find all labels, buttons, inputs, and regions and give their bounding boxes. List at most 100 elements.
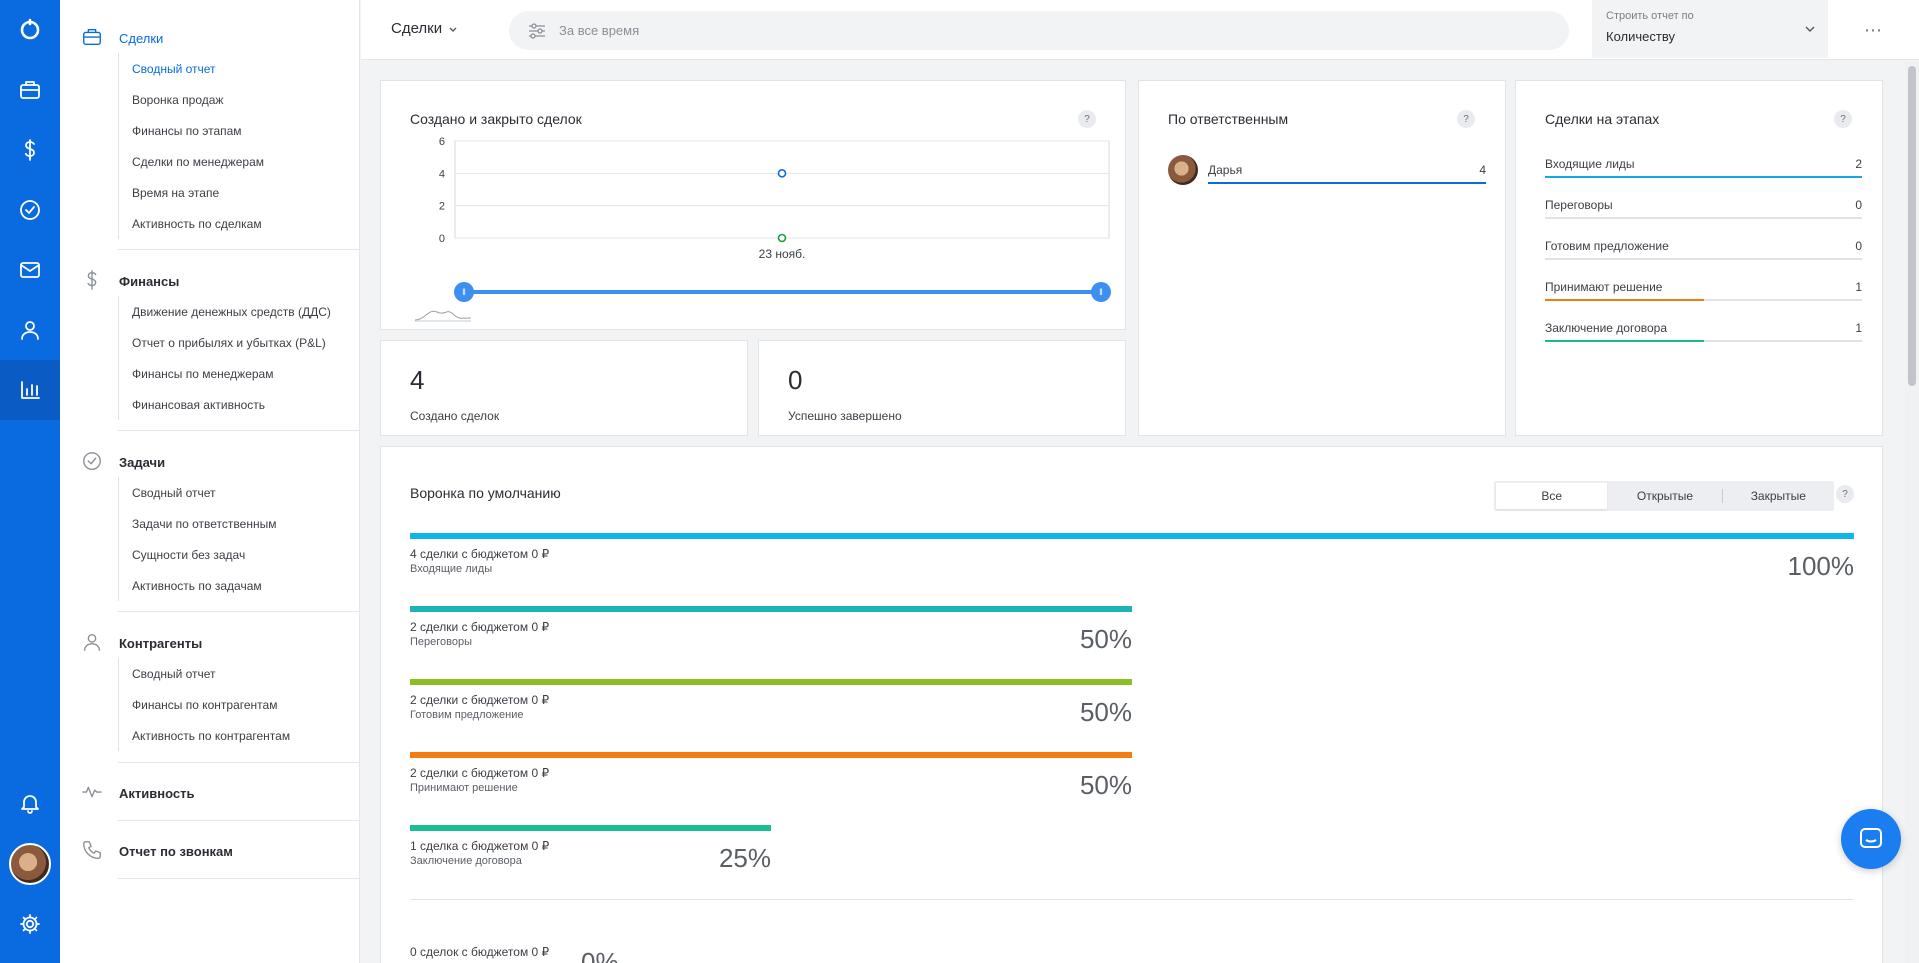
funnel-bar	[410, 533, 1854, 539]
mail-icon[interactable]	[0, 240, 60, 300]
funnel-stage-name: Переговоры	[410, 636, 473, 648]
contractors-section-icon	[81, 631, 103, 653]
report-basis-select[interactable]: Строить отчет по Количеству	[1592, 0, 1828, 58]
sidebar-item-entities-without-tasks[interactable]: Сущности без задач	[119, 539, 276, 570]
page-scrollbar[interactable]	[1905, 62, 1919, 963]
finance-icon[interactable]	[0, 120, 60, 180]
section-title-contractors[interactable]: Контрагенты	[119, 636, 202, 651]
sidebar-item-pnl[interactable]: Отчет о прибылях и убытках (P&L)	[119, 327, 331, 358]
funnel-stage-name: Готовим предложение	[410, 709, 524, 721]
sidebar-item-contractors-summary[interactable]: Сводный отчет	[119, 658, 290, 689]
separator	[118, 762, 360, 763]
stage-name: Переговоры	[1545, 198, 1613, 212]
stage-name: Заключение договора	[1545, 321, 1668, 335]
section-title-tasks[interactable]: Задачи	[119, 455, 165, 470]
stage-track	[1545, 258, 1862, 260]
section-title-finance[interactable]: Финансы	[119, 274, 179, 289]
sidebar-item-tasks-summary[interactable]: Сводный отчет	[119, 477, 276, 508]
owner-row[interactable]: Дарья 4	[1168, 155, 1486, 189]
logo-icon[interactable]	[0, 0, 60, 60]
funnel-bar	[410, 606, 1132, 612]
activity-pulse-icon	[81, 781, 103, 803]
period-filter-input[interactable]: За все время	[509, 11, 1569, 50]
chat-icon	[1860, 828, 1882, 848]
funnel-divider	[410, 899, 1854, 900]
funnel-filter-tabs: Все Открытые Закрытые	[1494, 481, 1834, 511]
chart-plot-frame	[454, 140, 1110, 239]
range-handle-right[interactable]: ‖	[1091, 282, 1111, 302]
funnel-stage-row[interactable]: 2 сделки с бюджетом 0 ₽ Переговоры 50%	[410, 606, 1132, 666]
stage-row[interactable]: Переговоры 0	[1545, 194, 1862, 224]
sidebar-item-finance-by-stages[interactable]: Финансы по этапам	[119, 115, 264, 146]
scrollbar-thumb[interactable]	[1908, 66, 1916, 386]
success-deals-value: 0	[788, 365, 803, 395]
help-icon[interactable]: ?	[1834, 110, 1852, 128]
by-owners-card: По ответственным ? Дарья 4	[1138, 80, 1506, 436]
stage-count: 2	[1855, 157, 1862, 171]
tab-open[interactable]: Открытые	[1609, 483, 1720, 509]
bell-icon[interactable]	[0, 773, 60, 833]
sidebar-item-sales-funnel[interactable]: Воронка продаж	[119, 84, 264, 115]
funnel-stage-row[interactable]: 2 сделки с бюджетом 0 ₽ Готовим предложен…	[410, 679, 1132, 739]
support-chat-button[interactable]	[1841, 809, 1901, 869]
help-icon[interactable]: ?	[1457, 110, 1475, 128]
funnel-stage-name: Входящие лиды	[410, 563, 493, 575]
range-handle-left[interactable]: ‖	[454, 282, 474, 302]
analytics-icon[interactable]	[0, 360, 60, 420]
stage-row[interactable]: Принимают решение 1	[1545, 276, 1862, 306]
funnel-stage-row[interactable]: 1 сделка с бюджетом 0 ₽ Заключение догово…	[410, 825, 771, 885]
sidebar-item-tasks-activity[interactable]: Активность по задачам	[119, 570, 276, 601]
finance-section-icon	[81, 269, 103, 291]
section-title-activity[interactable]: Активность	[119, 786, 194, 801]
sidebar-item-deals-by-managers[interactable]: Сделки по менеджерам	[119, 146, 264, 177]
user-avatar[interactable]	[9, 843, 51, 885]
funnel-extra-main: 0 сделок с бюджетом 0 ₽	[410, 945, 550, 959]
funnel-title: Воронка по умолчанию	[410, 485, 561, 501]
stage-name: Готовим предложение	[1545, 239, 1669, 253]
separator	[118, 878, 360, 879]
sidebar-item-cash-flow[interactable]: Движение денежных средств (ДДС)	[119, 296, 331, 327]
deals-section-icon	[81, 26, 103, 48]
funnel-stage-name: Принимают решение	[410, 782, 518, 794]
owner-bar	[1208, 182, 1486, 184]
tasks-icon[interactable]	[0, 180, 60, 240]
stage-row[interactable]: Готовим предложение 0	[1545, 235, 1862, 265]
chart-x-tick: 23 нояб.	[759, 247, 806, 261]
sidebar-item-finance-by-managers[interactable]: Финансы по менеджерам	[119, 358, 331, 389]
funnel-stage-row[interactable]: 4 сделки с бюджетом 0 ₽ Входящие лиды 100%	[410, 533, 1854, 593]
contacts-icon[interactable]	[0, 300, 60, 360]
deals-icon[interactable]	[0, 60, 60, 120]
funnel-stage-summary: 2 сделки с бюджетом 0 ₽	[410, 693, 550, 707]
chart-point-series-0	[777, 169, 787, 178]
funnel-extra-pct: 0%	[581, 947, 619, 963]
chart-y-tick: 4	[439, 168, 445, 180]
tab-all[interactable]: Все	[1496, 483, 1608, 509]
stage-row[interactable]: Входящие лиды 2	[1545, 153, 1862, 183]
sidebar-item-contractors-activity[interactable]: Активность по контрагентам	[119, 720, 290, 751]
stage-fill	[1545, 340, 1704, 342]
funnel-bar	[410, 679, 1132, 685]
success-deals-card: 0 Успешно завершено	[758, 340, 1126, 436]
section-title-deals[interactable]: Сделки	[119, 31, 163, 46]
funnel-stage-summary: 1 сделка с бюджетом 0 ₽	[410, 839, 550, 853]
sidebar-item-tasks-by-owners[interactable]: Задачи по ответственным	[119, 508, 276, 539]
tab-closed[interactable]: Закрытые	[1721, 483, 1834, 509]
settings-icon[interactable]	[0, 894, 60, 954]
more-options-icon[interactable]: ⋯	[1864, 20, 1888, 40]
funnel-stage-summary: 4 сделки с бюджетом 0 ₽	[410, 547, 550, 561]
sidebar-item-finance-activity[interactable]: Финансовая активность	[119, 389, 331, 420]
tasks-submenu: Сводный отчет Задачи по ответственным Су…	[118, 477, 276, 601]
sidebar-item-finance-by-contractors[interactable]: Финансы по контрагентам	[119, 689, 290, 720]
help-icon[interactable]: ?	[1078, 110, 1096, 128]
stage-row[interactable]: Заключение договора 1	[1545, 317, 1862, 347]
sidebar-item-deals-summary[interactable]: Сводный отчет	[119, 53, 264, 84]
entity-selector[interactable]: Сделки	[391, 20, 458, 37]
funnel-bar	[410, 752, 1132, 758]
funnel-stage-percent: 50%	[1079, 770, 1132, 800]
sidebar-item-time-on-stage[interactable]: Время на этапе	[119, 177, 264, 208]
sidebar-item-deals-activity[interactable]: Активность по сделкам	[119, 208, 264, 239]
report-basis-label: Строить отчет по	[1606, 10, 1694, 22]
help-icon[interactable]: ?	[1836, 485, 1854, 503]
section-title-calls[interactable]: Отчет по звонкам	[119, 844, 233, 859]
funnel-stage-row[interactable]: 2 сделки с бюджетом 0 ₽ Принимают решение…	[410, 752, 1132, 812]
